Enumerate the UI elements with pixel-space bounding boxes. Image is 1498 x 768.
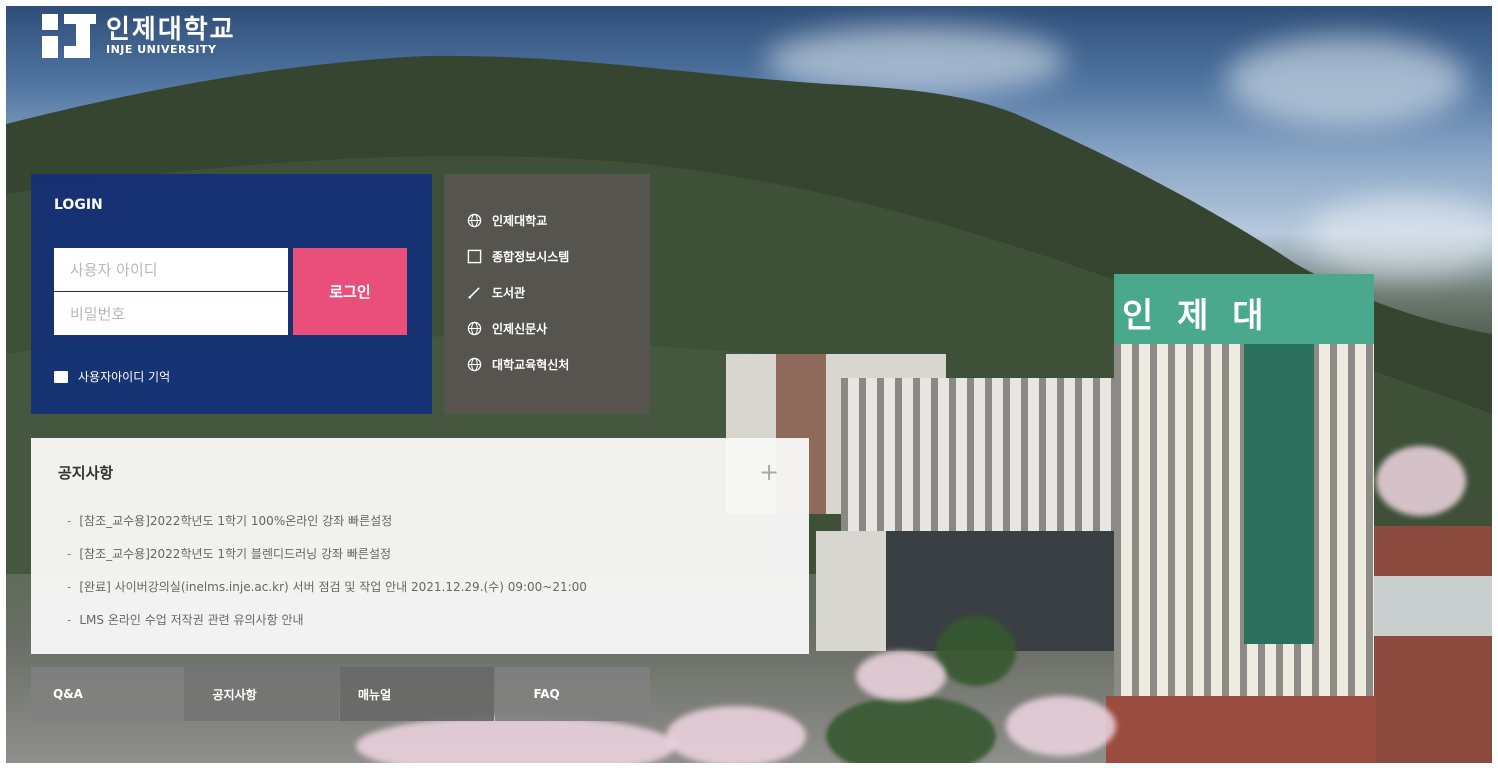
bullet-dash: - [67, 513, 72, 528]
link-label: 종합정보시스템 [492, 250, 570, 264]
bullet-dash: - [67, 612, 72, 627]
cherry-blossom [1376, 446, 1466, 516]
bullet-dash: - [67, 579, 72, 594]
building [1106, 696, 1376, 763]
window-icon [466, 248, 483, 265]
cherry-blossom [356, 716, 676, 763]
link-inje-university[interactable]: 인제대학교 [466, 212, 547, 229]
globe-icon [466, 356, 483, 373]
remember-checkbox[interactable] [54, 370, 68, 383]
remember-label: 사용자아이디 기억 [78, 370, 171, 384]
notice-item[interactable]: - [완료] 사이버강의실(inelms.inje.ac.kr) 서버 점검 및 … [67, 570, 587, 603]
notice-more-icon[interactable]: + [759, 460, 779, 484]
building [1374, 526, 1492, 763]
link-inje-newspaper[interactable]: 인제신문사 [466, 320, 547, 337]
password-input[interactable] [54, 292, 288, 335]
logo-english-text: INJE UNIVERSITY [106, 42, 217, 56]
quick-links-panel: 인제대학교 종합정보시스템 도서관 인제신문사 대학교육혁신처 [444, 174, 650, 414]
logo-korean-text: 인제대학교 [106, 14, 236, 45]
login-panel: LOGIN 로그인 사용자아이디 기억 [31, 174, 432, 414]
main-tower-building: 인 제 대 [1114, 274, 1374, 714]
tree [936, 616, 1016, 686]
cherry-blossom [1006, 696, 1116, 756]
cherry-blossom [666, 706, 806, 763]
tree [826, 696, 996, 763]
notice-item-text: [참조_교수용]2022학년도 1학기 100%온라인 강좌 빠른설정 [79, 514, 393, 528]
link-label: 도서관 [492, 286, 526, 300]
login-title: LOGIN [54, 197, 103, 213]
notice-title: 공지사항 [58, 464, 114, 482]
link-label: 대학교육혁신처 [492, 358, 570, 372]
notice-item-text: [완료] 사이버강의실(inelms.inje.ac.kr) 서버 점검 및 작… [79, 580, 587, 594]
menu-faq[interactable]: FAQ [495, 667, 650, 721]
notice-item[interactable]: - [참조_교수용]2022학년도 1학기 100%온라인 강좌 빠른설정 [67, 504, 587, 537]
notice-item[interactable]: - [참조_교수용]2022학년도 1학기 블렌디드러닝 강좌 빠른설정 [67, 537, 587, 570]
link-education-innovation[interactable]: 대학교육혁신처 [466, 356, 569, 373]
link-label: 인제대학교 [492, 214, 548, 228]
remember-id-option[interactable]: 사용자아이디 기억 [54, 368, 170, 385]
notice-item-text: [참조_교수용]2022학년도 1학기 블렌디드러닝 강좌 빠른설정 [79, 547, 392, 561]
link-library[interactable]: 도서관 [466, 284, 525, 301]
bottom-menu: Q&A 공지사항 매뉴얼 FAQ [31, 667, 650, 721]
link-information-system[interactable]: 종합정보시스템 [466, 248, 569, 265]
login-button[interactable]: 로그인 [293, 248, 407, 335]
menu-notice[interactable]: 공지사항 [184, 667, 339, 721]
notice-item-text: LMS 온라인 수업 저작권 관련 유의사항 안내 [79, 613, 304, 627]
menu-qna[interactable]: Q&A [31, 667, 186, 721]
notice-panel: 공지사항 + - [참조_교수용]2022학년도 1학기 100%온라인 강좌 빠… [31, 438, 809, 654]
link-label: 인제신문사 [492, 322, 548, 336]
building [841, 378, 1116, 533]
pen-icon [466, 284, 483, 301]
globe-icon [466, 320, 483, 337]
notice-item[interactable]: - LMS 온라인 수업 저작권 관련 유의사항 안내 [67, 603, 587, 636]
university-logo[interactable]: 인제대학교 INJE UNIVERSITY [42, 12, 236, 60]
notice-list: - [참조_교수용]2022학년도 1학기 100%온라인 강좌 빠른설정 - [참… [67, 504, 587, 636]
menu-manual[interactable]: 매뉴얼 [339, 667, 495, 721]
username-input[interactable] [54, 248, 288, 291]
bullet-dash: - [67, 546, 72, 561]
globe-icon [466, 212, 483, 229]
logo-mark-icon [42, 14, 96, 58]
cherry-blossom [856, 651, 946, 701]
